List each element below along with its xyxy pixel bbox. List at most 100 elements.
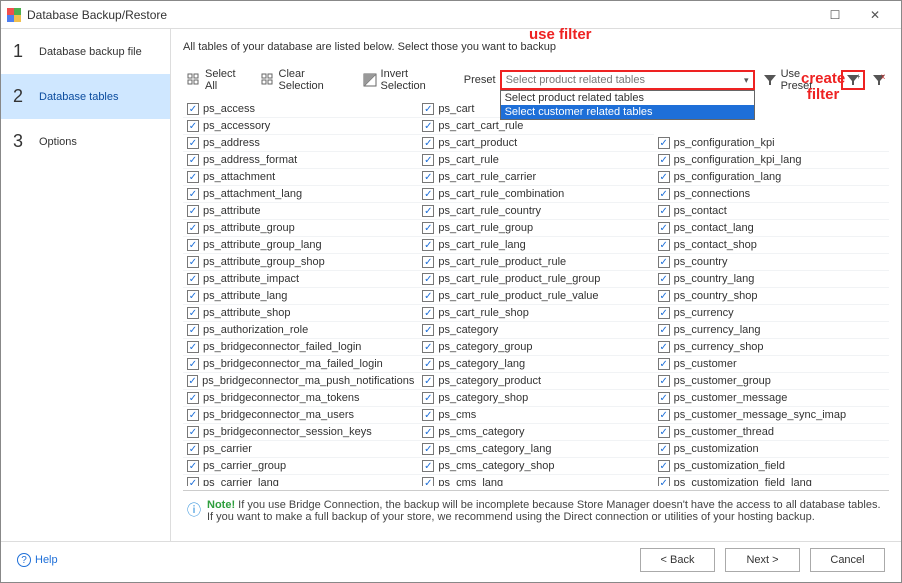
table-row[interactable]: ✓ps_bridgeconnector_session_keys <box>183 424 418 441</box>
checkbox-icon[interactable]: ✓ <box>187 443 199 455</box>
checkbox-icon[interactable]: ✓ <box>658 290 670 302</box>
table-row[interactable]: ✓ps_attribute <box>183 203 418 220</box>
checkbox-icon[interactable]: ✓ <box>187 239 199 251</box>
checkbox-icon[interactable]: ✓ <box>658 307 670 319</box>
checkbox-icon[interactable]: ✓ <box>422 120 434 132</box>
preset-option-customer[interactable]: Select customer related tables <box>501 105 754 119</box>
checkbox-icon[interactable]: ✓ <box>658 426 670 438</box>
checkbox-icon[interactable]: ✓ <box>187 477 199 486</box>
checkbox-icon[interactable]: ✓ <box>187 307 199 319</box>
table-row[interactable]: ✓ps_cms_category <box>418 424 653 441</box>
checkbox-icon[interactable]: ✓ <box>187 120 199 132</box>
table-row[interactable]: ✓ps_address_format <box>183 152 418 169</box>
step-options[interactable]: 3 Options <box>1 119 170 164</box>
checkbox-icon[interactable]: ✓ <box>422 341 434 353</box>
remove-preset-button[interactable]: x <box>869 71 889 89</box>
table-row[interactable]: ✓ps_cart_rule_lang <box>418 237 653 254</box>
checkbox-icon[interactable]: ✓ <box>422 358 434 370</box>
table-row[interactable]: ✓ps_category_group <box>418 339 653 356</box>
table-row[interactable]: ✓ps_customization_field_lang <box>654 475 889 486</box>
table-row[interactable]: ✓ps_country <box>654 254 889 271</box>
checkbox-icon[interactable]: ✓ <box>187 222 199 234</box>
table-row[interactable]: ✓ps_cart_rule <box>418 152 653 169</box>
table-row[interactable]: ✓ps_cart_rule_group <box>418 220 653 237</box>
table-row[interactable]: ✓ps_customization <box>654 441 889 458</box>
table-row[interactable]: ✓ps_contact <box>654 203 889 220</box>
preset-select[interactable]: Select product related tables ▾ <box>500 70 755 90</box>
table-row[interactable]: ✓ps_cart_rule_shop <box>418 305 653 322</box>
step-backup-file[interactable]: 1 Database backup file <box>1 29 170 74</box>
clear-selection-button[interactable]: Clear Selection <box>257 65 355 95</box>
table-row[interactable]: ✓ps_customer <box>654 356 889 373</box>
checkbox-icon[interactable]: ✓ <box>658 443 670 455</box>
table-row[interactable]: ✓ps_country_shop <box>654 288 889 305</box>
table-row[interactable]: ✓ps_cart_rule_carrier <box>418 169 653 186</box>
checkbox-icon[interactable]: ✓ <box>658 341 670 353</box>
checkbox-icon[interactable]: ✓ <box>187 171 199 183</box>
table-row[interactable]: ✓ps_customization_field <box>654 458 889 475</box>
checkbox-icon[interactable]: ✓ <box>422 171 434 183</box>
checkbox-icon[interactable]: ✓ <box>422 426 434 438</box>
table-row[interactable]: ✓ps_attachment <box>183 169 418 186</box>
table-row[interactable]: ✓ps_customer_message <box>654 390 889 407</box>
checkbox-icon[interactable]: ✓ <box>658 205 670 217</box>
checkbox-icon[interactable]: ✓ <box>422 375 434 387</box>
checkbox-icon[interactable]: ✓ <box>658 358 670 370</box>
checkbox-icon[interactable]: ✓ <box>658 256 670 268</box>
checkbox-icon[interactable]: ✓ <box>658 375 670 387</box>
table-row[interactable]: ✓ps_authorization_role <box>183 322 418 339</box>
next-button[interactable]: Next > <box>725 548 800 572</box>
table-row[interactable]: ✓ps_cart_rule_product_rule_value <box>418 288 653 305</box>
checkbox-icon[interactable]: ✓ <box>658 188 670 200</box>
checkbox-icon[interactable]: ✓ <box>187 205 199 217</box>
table-row[interactable]: ✓ps_carrier_group <box>183 458 418 475</box>
table-row[interactable]: ✓ps_configuration_kpi <box>654 135 889 152</box>
table-row[interactable]: ✓ps_carrier_lang <box>183 475 418 486</box>
table-row[interactable]: ✓ps_currency_shop <box>654 339 889 356</box>
table-row[interactable]: ✓ps_customer_message_sync_imap <box>654 407 889 424</box>
table-row[interactable]: ✓ps_carrier <box>183 441 418 458</box>
table-row[interactable]: ✓ps_bridgeconnector_ma_failed_login <box>183 356 418 373</box>
table-row[interactable]: ✓ps_attribute_group_lang <box>183 237 418 254</box>
checkbox-icon[interactable]: ✓ <box>422 273 434 285</box>
table-row[interactable]: ✓ps_cart_rule_country <box>418 203 653 220</box>
checkbox-icon[interactable]: ✓ <box>187 341 199 353</box>
checkbox-icon[interactable]: ✓ <box>187 324 199 336</box>
table-row[interactable]: ✓ps_contact_shop <box>654 237 889 254</box>
checkbox-icon[interactable]: ✓ <box>422 222 434 234</box>
table-row[interactable]: ✓ps_configuration_lang <box>654 169 889 186</box>
checkbox-icon[interactable]: ✓ <box>187 103 199 115</box>
checkbox-icon[interactable]: ✓ <box>187 426 199 438</box>
checkbox-icon[interactable]: ✓ <box>187 154 199 166</box>
checkbox-icon[interactable]: ✓ <box>422 443 434 455</box>
table-row[interactable]: ✓ps_attribute_impact <box>183 271 418 288</box>
checkbox-icon[interactable]: ✓ <box>187 460 199 472</box>
table-row[interactable]: ✓ps_access <box>183 101 418 118</box>
table-row[interactable]: ✓ps_country_lang <box>654 271 889 288</box>
table-row[interactable]: ✓ps_category_shop <box>418 390 653 407</box>
table-row[interactable]: ✓ps_connections <box>654 186 889 203</box>
cancel-button[interactable]: Cancel <box>810 548 885 572</box>
checkbox-icon[interactable]: ✓ <box>187 392 199 404</box>
help-link[interactable]: ? Help <box>17 553 58 567</box>
checkbox-icon[interactable]: ✓ <box>422 256 434 268</box>
table-row[interactable]: ✓ps_accessory <box>183 118 418 135</box>
checkbox-icon[interactable]: ✓ <box>422 239 434 251</box>
table-row[interactable]: ✓ps_cart_rule_product_rule_group <box>418 271 653 288</box>
back-button[interactable]: < Back <box>640 548 715 572</box>
checkbox-icon[interactable]: ✓ <box>187 375 198 387</box>
table-row[interactable]: ✓ps_currency <box>654 305 889 322</box>
table-row[interactable]: ✓ps_cart_product <box>418 135 653 152</box>
checkbox-icon[interactable]: ✓ <box>422 477 434 486</box>
checkbox-icon[interactable]: ✓ <box>422 324 434 336</box>
checkbox-icon[interactable]: ✓ <box>422 409 434 421</box>
checkbox-icon[interactable]: ✓ <box>658 154 670 166</box>
select-all-button[interactable]: Select All <box>183 65 253 95</box>
checkbox-icon[interactable]: ✓ <box>658 222 670 234</box>
checkbox-icon[interactable]: ✓ <box>658 171 670 183</box>
checkbox-icon[interactable]: ✓ <box>187 188 199 200</box>
checkbox-icon[interactable]: ✓ <box>422 205 434 217</box>
checkbox-icon[interactable]: ✓ <box>658 137 670 149</box>
checkbox-icon[interactable]: ✓ <box>422 392 434 404</box>
checkbox-icon[interactable]: ✓ <box>187 137 199 149</box>
